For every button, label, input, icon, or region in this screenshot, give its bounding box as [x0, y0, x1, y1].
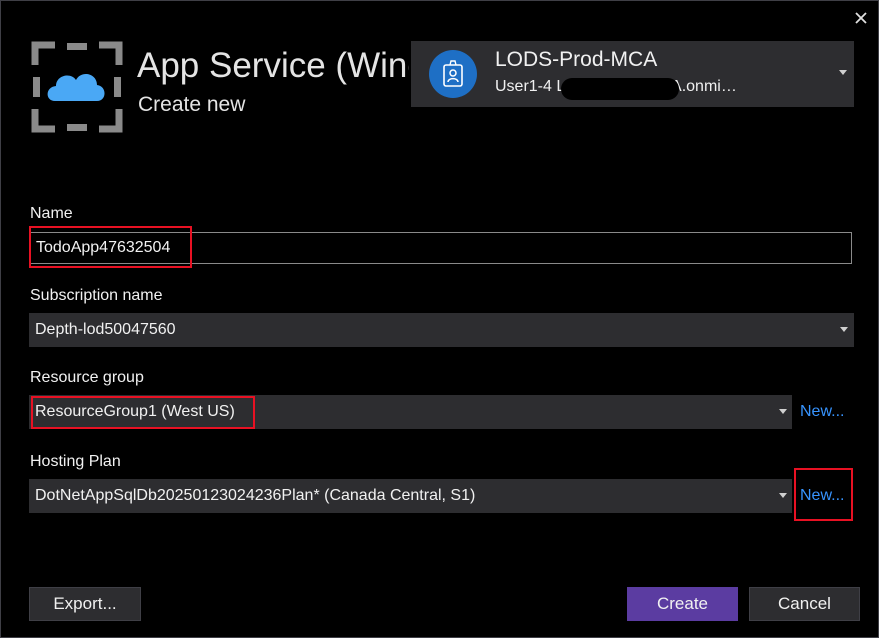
chevron-down-icon — [779, 493, 787, 498]
name-label: Name — [30, 205, 73, 222]
resource-group-select[interactable]: ResourceGroup1 (West US) — [29, 395, 792, 429]
export-button[interactable]: Export... — [29, 587, 141, 621]
create-button[interactable]: Create — [627, 587, 738, 621]
app-service-icon — [31, 41, 123, 133]
cancel-button[interactable]: Cancel — [749, 587, 860, 621]
new-hosting-plan-link[interactable]: New... — [800, 487, 844, 505]
chevron-down-icon — [840, 327, 848, 332]
dialog-title: App Service (Windows) — [137, 46, 409, 85]
create-app-service-dialog: App Service (Windows) Create new LODS-Pr… — [0, 0, 879, 638]
hosting-plan-value: DotNetAppSqlDb20250123024236Plan* (Canad… — [35, 487, 476, 504]
close-icon — [855, 12, 867, 24]
id-badge-icon — [443, 60, 463, 87]
avatar — [429, 50, 477, 98]
subscription-value: Depth-lod50047560 — [35, 321, 176, 338]
resource-group-label: Resource group — [30, 369, 144, 386]
name-input[interactable] — [29, 232, 852, 264]
new-resource-group-link[interactable]: New... — [800, 403, 844, 421]
account-selector[interactable]: LODS-Prod-MCA User1-4 LODSPRODMCA.onmi… — [411, 41, 854, 107]
account-name: LODS-Prod-MCA — [495, 48, 658, 71]
chevron-down-icon — [839, 70, 847, 75]
hosting-plan-label: Hosting Plan — [30, 453, 121, 470]
resource-group-value: ResourceGroup1 (West US) — [35, 403, 235, 420]
subscription-select[interactable]: Depth-lod50047560 — [29, 313, 854, 347]
dialog-title-container: App Service (Windows) — [137, 41, 409, 91]
redaction-mark — [561, 78, 679, 100]
dialog-subtitle: Create new — [138, 93, 246, 116]
subscription-label: Subscription name — [30, 287, 163, 304]
chevron-down-icon — [779, 409, 787, 414]
close-button[interactable] — [847, 5, 875, 31]
hosting-plan-select[interactable]: DotNetAppSqlDb20250123024236Plan* (Canad… — [29, 479, 792, 513]
